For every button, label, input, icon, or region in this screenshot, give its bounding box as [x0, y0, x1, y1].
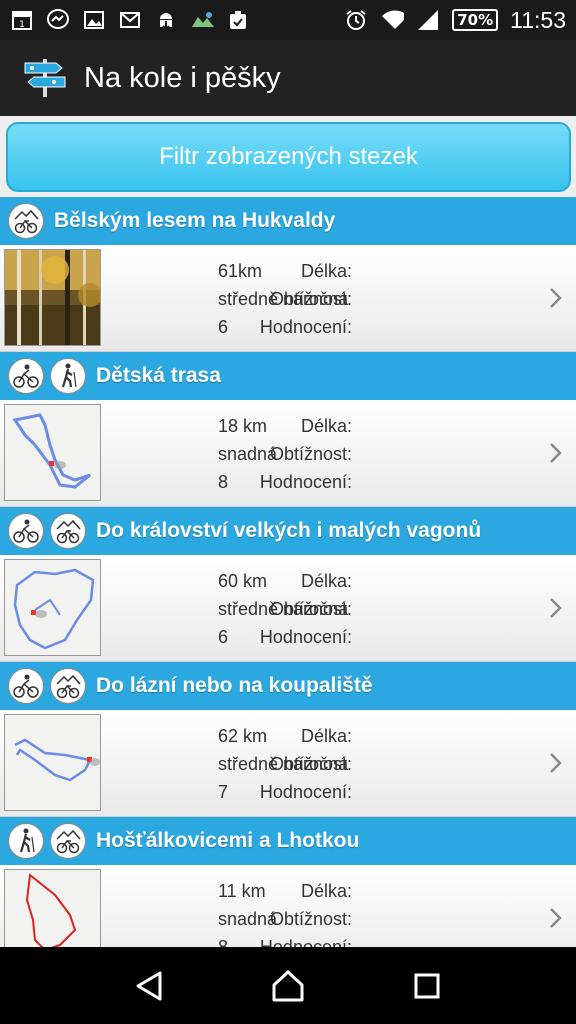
trail-title: Do království velkých i malých vagonů	[96, 519, 482, 542]
chevron-right-icon	[550, 753, 562, 773]
map-app-icon	[190, 8, 214, 32]
navigation-bar	[0, 947, 576, 1024]
trail-rating: 7	[218, 782, 229, 802]
trail-row[interactable]: Délka: Obtížnost: Hodnocení: 60 km střed…	[0, 555, 576, 662]
calendar-icon: 1	[10, 8, 34, 32]
home-icon[interactable]	[268, 966, 308, 1006]
section-header: Bělským lesem na Hukvaldy	[0, 197, 576, 245]
trail-length: 18 km	[218, 416, 268, 436]
trail-title: Bělským lesem na Hukvaldy	[54, 209, 336, 232]
battery-indicator: 70%	[452, 9, 499, 31]
svg-text:1: 1	[19, 20, 25, 30]
bike-icon	[8, 668, 44, 704]
trail-row[interactable]: Délka: Obtížnost: Hodnocení: 18 km snadn…	[0, 400, 576, 507]
trail-length: 60 km	[218, 571, 268, 591]
trail-rating: 6	[218, 627, 229, 647]
status-bar: 1 70% 11:53	[0, 0, 576, 40]
bike-icon	[8, 358, 44, 394]
trail-difficulty: snadná	[218, 909, 278, 929]
bike-icon	[8, 513, 44, 549]
trail-values: 11 km snadná 8	[218, 877, 277, 947]
mountain-bike-icon	[50, 668, 86, 704]
messenger-icon	[46, 8, 70, 32]
signal-icon	[416, 8, 440, 32]
trail-length: 61km	[218, 261, 263, 281]
section-header: Hošťálkovicemi a Lhotkou	[0, 817, 576, 865]
trail-map-thumbnail	[4, 404, 101, 501]
chevron-right-icon	[550, 288, 562, 308]
trail-row[interactable]: Délka: Obtížnost: Hodnocení: 62 km střed…	[0, 710, 576, 817]
trail-title: Do lázní nebo na koupaliště	[96, 674, 373, 697]
mountain-bike-icon	[50, 513, 86, 549]
signpost-app-icon	[22, 53, 68, 103]
mountain-bike-icon	[50, 823, 86, 859]
trail-values: 18 km snadná 8	[218, 412, 277, 496]
trail-title: Dětská trasa	[96, 364, 221, 387]
chevron-right-icon	[550, 443, 562, 463]
android-download-icon	[154, 8, 178, 32]
app-title: Na kole i pěšky	[84, 61, 281, 94]
trail-values: 60 km středně náročná 6	[218, 567, 348, 651]
section-header: Do lázní nebo na koupaliště	[0, 662, 576, 710]
gmail-icon	[118, 8, 142, 32]
gallery-icon	[82, 8, 106, 32]
trail-map-thumbnail	[4, 559, 101, 656]
trail-difficulty: středně náročná	[218, 599, 349, 619]
trail-length: 62 km	[218, 726, 268, 746]
trail-difficulty: středně náročná	[218, 754, 349, 774]
alarm-icon	[344, 8, 368, 32]
app-bar: Na kole i pěšky	[0, 40, 576, 116]
mountain-bike-icon	[8, 203, 44, 239]
trail-map-thumbnail	[4, 869, 101, 947]
trail-row[interactable]: Délka: Obtížnost: Hodnocení: 61km středn…	[0, 245, 576, 352]
status-clock: 11:53	[510, 6, 566, 33]
trail-difficulty: snadná	[218, 444, 278, 464]
filter-trails-button[interactable]: Filtr zobrazených stezek	[6, 122, 571, 192]
section-header: Do království velkých i malých vagonů	[0, 507, 576, 555]
trail-rating: 8	[218, 937, 229, 947]
hiking-icon	[50, 358, 86, 394]
trail-map-thumbnail	[4, 714, 101, 811]
chevron-right-icon	[550, 598, 562, 618]
trail-values: 61km středně náročná 6	[218, 257, 348, 341]
trail-list-container[interactable]: Filtr zobrazených stezek Bělským lesem n…	[0, 116, 576, 947]
task-icon	[226, 8, 250, 32]
trail-difficulty: středně náročná	[218, 289, 349, 309]
trail-title: Hošťálkovicemi a Lhotkou	[96, 829, 360, 852]
wifi-icon	[380, 8, 405, 32]
trail-photo	[4, 249, 101, 346]
trail-rating: 8	[218, 472, 229, 492]
trail-row[interactable]: Délka: Obtížnost: Hodnocení: 11 km snadn…	[0, 865, 576, 947]
chevron-right-icon	[550, 908, 562, 928]
recent-apps-icon[interactable]	[407, 966, 447, 1006]
trail-length: 11 km	[218, 881, 266, 901]
back-icon[interactable]	[129, 966, 169, 1006]
trail-values: 62 km středně náročná 7	[218, 722, 348, 806]
hiking-icon	[8, 823, 44, 859]
trail-rating: 6	[218, 317, 229, 337]
section-header: Dětská trasa	[0, 352, 576, 400]
